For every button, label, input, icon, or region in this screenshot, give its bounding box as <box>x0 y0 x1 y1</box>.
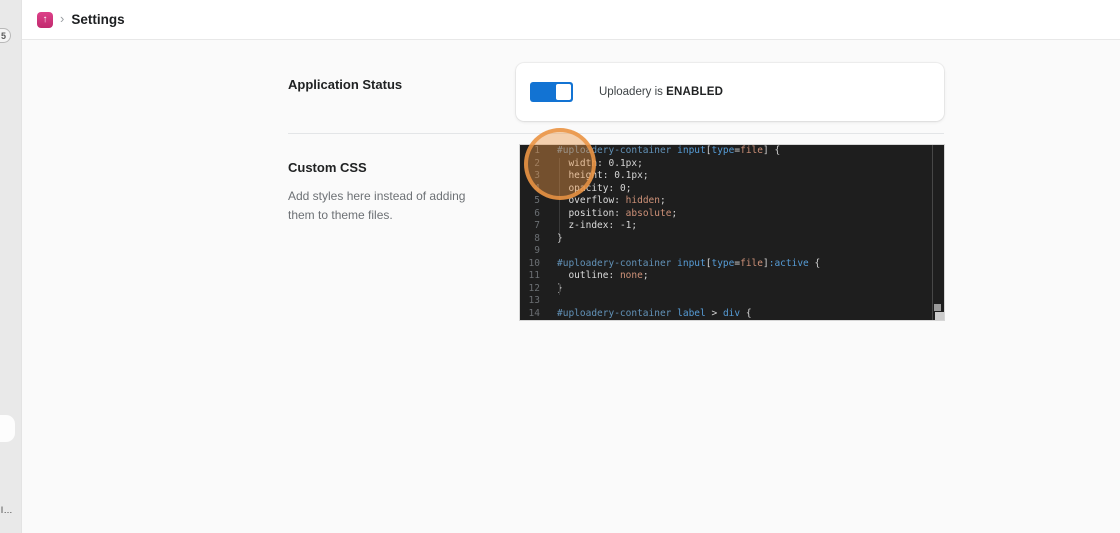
line-number: 12 <box>528 282 540 294</box>
section-divider <box>288 133 944 134</box>
editor-scrollbar-track[interactable] <box>932 145 933 320</box>
code-line: 13 <box>520 295 944 308</box>
sidebar-partial-item[interactable] <box>0 415 15 442</box>
line-number: 5 <box>534 195 540 206</box>
code-line: 5 overflow: hidden; <box>520 195 944 208</box>
status-text: Uploadery is ENABLED <box>599 86 723 98</box>
indent-guide <box>559 158 560 233</box>
code-line: 6 position: absolute; <box>520 208 944 221</box>
line-number: 6 <box>534 207 540 219</box>
line-number: 8 <box>534 232 540 244</box>
line-number: 9 <box>534 245 540 256</box>
code-line: 11 outline: none; <box>520 270 944 283</box>
line-number: 4 <box>534 182 540 194</box>
line-number: 11 <box>528 270 540 281</box>
settings-page: 5 l… ↑ › Settings Application Status Upl… <box>0 0 1120 533</box>
custom-css-label: Custom CSS <box>288 160 367 175</box>
uploadery-logo-icon[interactable]: ↑ <box>37 11 53 28</box>
line-number: 2 <box>534 157 540 169</box>
status-toggle[interactable] <box>530 82 573 102</box>
code-line: 9 <box>520 245 944 258</box>
line-number: 7 <box>534 220 540 231</box>
editor-scrollbar-thumb[interactable] <box>934 304 941 311</box>
sidebar-truncated-text: l… <box>1 505 13 515</box>
code-line: 1 #uploadery-container input[type=file] { <box>520 145 944 158</box>
code-editor-lines: 1 #uploadery-container input[type=file] {… <box>520 145 944 320</box>
editor-resize-corner[interactable] <box>935 312 944 320</box>
indent-guide <box>559 283 560 295</box>
status-prefix: Uploadery is <box>599 86 667 98</box>
code-line: 2 width: 0.1px; <box>520 158 944 171</box>
code-line: 8} <box>520 233 944 246</box>
application-status-label: Application Status <box>288 77 403 92</box>
status-value: ENABLED <box>666 86 724 98</box>
toggle-knob <box>556 84 571 100</box>
breadcrumb-chevron-icon: › <box>60 11 65 26</box>
code-line: 10 #uploadery-container input[type=file]:… <box>520 258 944 271</box>
code-line: 12} <box>520 283 944 296</box>
sidebar-strip: 5 l… <box>0 0 22 533</box>
line-number: 3 <box>534 170 540 181</box>
page-title: Settings <box>71 12 125 27</box>
header-bar: ↑ › Settings <box>22 0 1120 40</box>
line-number: 14 <box>528 307 540 319</box>
line-number: 1 <box>534 145 540 156</box>
code-line: 3 height: 0.1px; <box>520 170 944 183</box>
line-number: 13 <box>528 295 540 306</box>
application-status-card: Uploadery is ENABLED <box>516 63 944 121</box>
sidebar-count-badge: 5 <box>0 28 11 43</box>
custom-css-description: Add styles here instead of adding them t… <box>288 189 466 223</box>
line-number: 10 <box>528 257 540 269</box>
code-line: 14 #uploadery-container label > div { <box>520 308 944 321</box>
code-line: 7 z-index: -1; <box>520 220 944 233</box>
code-line: 4 opacity: 0; <box>520 183 944 196</box>
custom-css-editor[interactable]: 1 #uploadery-container input[type=file] {… <box>520 145 944 320</box>
